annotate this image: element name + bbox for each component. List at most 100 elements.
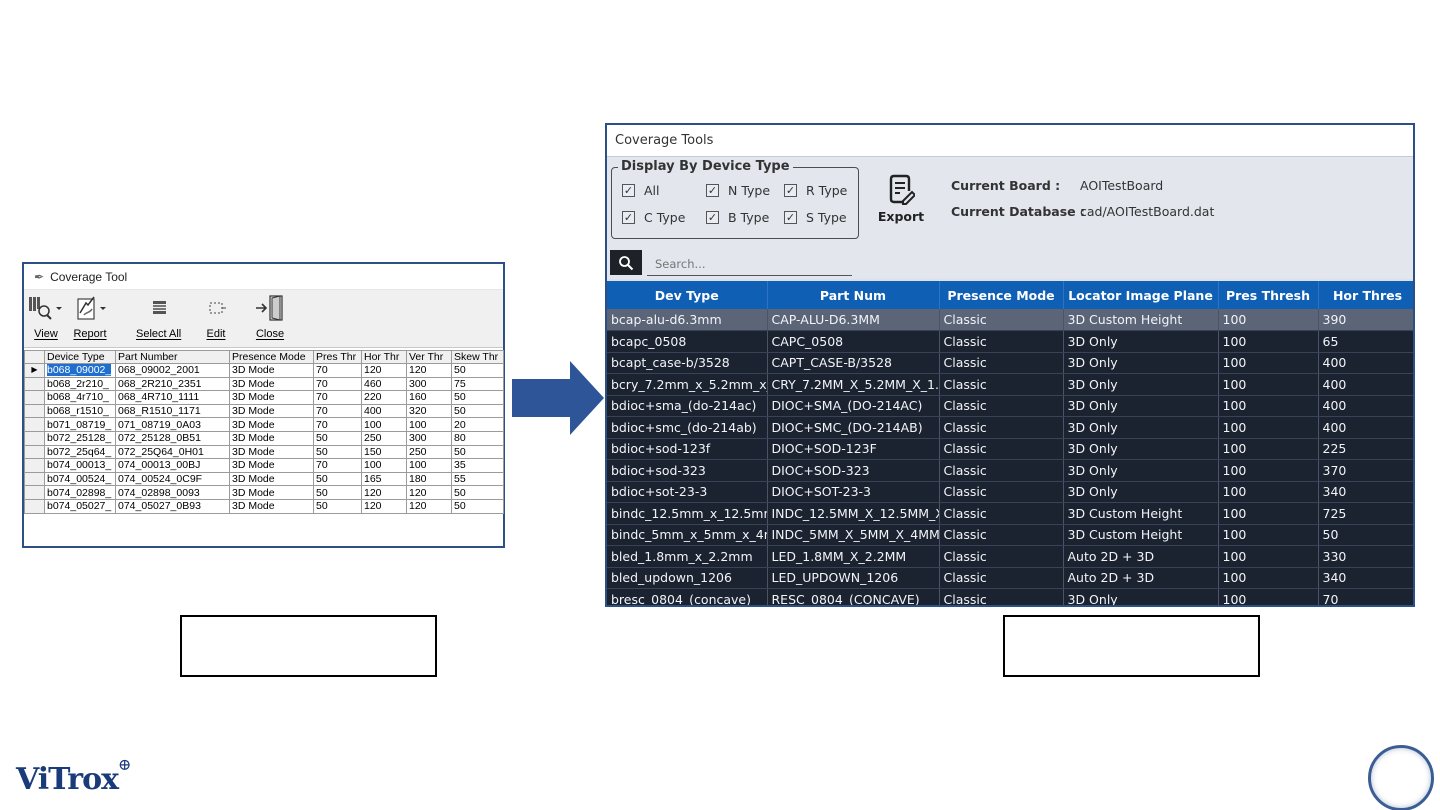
table-cell[interactable]: 3D Custom Height	[1063, 524, 1219, 546]
table-cell[interactable]: bdioc+sod-323	[607, 459, 768, 482]
table-cell[interactable]: 70	[1318, 588, 1413, 605]
table-cell[interactable]: 074_05027_0B93	[115, 498, 230, 514]
table-cell[interactable]: 55	[451, 471, 504, 487]
table-cell[interactable]: 3D Only	[1063, 330, 1219, 353]
table-row[interactable]: bdioc+sma_(do-214ac) DIOC+SMA_(DO-214AC) C…	[607, 395, 1413, 417]
table-row[interactable]: bdioc+sod-123f DIOC+SOD-123F Classic 3D Onl…	[607, 438, 1413, 460]
table-cell[interactable]: 3D Mode	[229, 485, 314, 500]
table-cell[interactable]: 50	[1318, 524, 1413, 546]
table-row[interactable]: bcapt_case-b/3528 CAPT_CASE-B/3528 Classic…	[607, 352, 1413, 374]
table-cell[interactable]: 300	[406, 430, 452, 446]
table-cell[interactable]: 390	[1318, 309, 1413, 331]
table-cell[interactable]: bindc_5mm_x_5mm_x_4m	[607, 524, 768, 546]
table-cell[interactable]: 50	[451, 485, 504, 500]
table-cell[interactable]: 50	[313, 498, 362, 514]
table-cell[interactable]: 074_00524_0C9F	[115, 471, 230, 487]
table-cell[interactable]: Classic	[939, 545, 1064, 568]
column-header[interactable]: Ver Thr	[406, 350, 452, 364]
table-cell[interactable]: 072_25Q64_0H01	[115, 444, 230, 460]
table-row[interactable]: b071_08719_ 071_08719_0A03 3D Mode 70 100 100…	[24, 417, 504, 432]
table-cell[interactable]: b074_05027_	[44, 498, 116, 514]
column-header[interactable]: Presence Mode	[939, 281, 1064, 309]
table-cell[interactable]: 75	[451, 376, 504, 392]
column-header[interactable]: Locator Image Plane	[1063, 281, 1219, 309]
row-selector[interactable]	[24, 471, 45, 487]
table-row[interactable]: bcry_7.2mm_x_5.2mm_x_1 CRY_7.2MM_X_5.2MM_…	[607, 373, 1413, 396]
table-cell[interactable]: 074_02898_0093	[115, 485, 230, 500]
table-cell[interactable]: 70	[313, 403, 362, 419]
table-cell[interactable]: 3D Mode	[229, 498, 314, 514]
close-button[interactable]: Close	[250, 292, 290, 340]
row-selector[interactable]	[24, 485, 45, 500]
table-cell[interactable]: 100	[1218, 309, 1319, 331]
table-cell[interactable]: 400	[1318, 395, 1413, 417]
table-cell[interactable]: 100	[1218, 588, 1319, 605]
search-button[interactable]	[610, 250, 642, 275]
table-cell[interactable]: DIOC+SMA_(DO-214AC)	[767, 395, 940, 417]
table-cell[interactable]: 068_09002_2001	[115, 363, 230, 378]
table-cell[interactable]: bled_1.8mm_x_2.2mm	[607, 545, 768, 568]
table-cell[interactable]: 460	[361, 376, 407, 392]
table-cell[interactable]: bdioc+smc_(do-214ab)	[607, 416, 768, 439]
table-cell[interactable]: b068_r1510_	[44, 403, 116, 419]
table-cell[interactable]: 068_R1510_1171	[115, 403, 230, 419]
table-cell[interactable]: 3D Only	[1063, 588, 1219, 605]
table-row[interactable]: b074_02898_ 074_02898_0093 3D Mode 50 120 120…	[24, 485, 504, 500]
table-cell[interactable]: 50	[451, 363, 504, 378]
table-cell[interactable]: 100	[1218, 330, 1319, 353]
table-cell[interactable]: Classic	[939, 373, 1064, 396]
table-cell[interactable]: 220	[361, 390, 407, 405]
table-cell[interactable]: 120	[361, 485, 407, 500]
table-row[interactable]: bindc_12.5mm_x_12.5mm INDC_12.5MM_X_12.5M…	[607, 502, 1413, 525]
table-cell[interactable]: 068_4R710_1111	[115, 390, 230, 405]
table-cell[interactable]: 70	[313, 390, 362, 405]
table-row[interactable]: b074_00524_ 074_00524_0C9F 3D Mode 50 165 180…	[24, 471, 504, 487]
checkbox-s-type[interactable]: ✓ S Type	[784, 210, 847, 225]
table-cell[interactable]: Auto 2D + 3D	[1063, 567, 1219, 589]
table-cell[interactable]: 3D Custom Height	[1063, 502, 1219, 525]
table-row[interactable]: b072_25128_ 072_25128_0B51 3D Mode 50 250 300…	[24, 430, 504, 446]
table-cell[interactable]: 100	[1218, 502, 1319, 525]
table-cell[interactable]: 80	[451, 430, 504, 446]
table-cell[interactable]: Classic	[939, 502, 1064, 525]
table-cell[interactable]: INDC_12.5MM_X_12.5MM_X	[767, 502, 940, 525]
table-cell[interactable]: 3D Only	[1063, 438, 1219, 460]
table-cell[interactable]: 100	[1218, 373, 1319, 396]
checkbox-r-type[interactable]: ✓ R Type	[784, 183, 847, 198]
table-cell[interactable]: 50	[451, 444, 504, 460]
table-cell[interactable]: CAP-ALU-D6.3MM	[767, 309, 940, 331]
table-cell[interactable]: CRY_7.2MM_X_5.2MM_X_1.4	[767, 373, 940, 396]
table-cell[interactable]: bindc_12.5mm_x_12.5mm	[607, 502, 768, 525]
edit-button[interactable]: Edit	[196, 292, 236, 340]
table-row[interactable]: b072_25q64_ 072_25Q64_0H01 3D Mode 50 150 250…	[24, 444, 504, 460]
table-cell[interactable]: 300	[406, 376, 452, 392]
row-selector[interactable]	[24, 444, 45, 460]
table-cell[interactable]: 3D Only	[1063, 395, 1219, 417]
table-cell[interactable]: bdioc+sot-23-3	[607, 481, 768, 503]
table-cell[interactable]: 50	[451, 390, 504, 405]
search-input[interactable]	[647, 252, 852, 276]
table-cell[interactable]: 165	[361, 471, 407, 487]
table-cell[interactable]: DIOC+SMC_(DO-214AB)	[767, 416, 940, 439]
row-selector[interactable]	[24, 417, 45, 432]
table-cell[interactable]: 70	[313, 363, 362, 378]
report-button[interactable]: Report	[70, 292, 110, 340]
table-cell[interactable]: 120	[406, 485, 452, 500]
table-cell[interactable]: 100	[406, 417, 452, 432]
column-header[interactable]: Skew Thr	[451, 350, 504, 364]
table-cell[interactable]: 072_25128_0B51	[115, 430, 230, 446]
table-cell[interactable]: 250	[406, 444, 452, 460]
table-row[interactable]: bdioc+smc_(do-214ab) DIOC+SMC_(DO-214AB) C…	[607, 416, 1413, 439]
column-header[interactable]: Pres Thresh	[1218, 281, 1319, 309]
table-cell[interactable]: 3D Mode	[229, 471, 314, 487]
table-row[interactable]: bresc_0804_(concave) RESC_0804_(CONCAVE) C…	[607, 588, 1413, 605]
table-cell[interactable]: b074_00013_	[44, 458, 116, 473]
table-cell[interactable]: Classic	[939, 567, 1064, 589]
table-cell[interactable]: DIOC+SOD-323	[767, 459, 940, 482]
table-row[interactable]: bled_1.8mm_x_2.2mm LED_1.8MM_X_2.2MM Class…	[607, 545, 1413, 568]
table-cell[interactable]: 3D Mode	[229, 458, 314, 473]
table-cell[interactable]: 100	[1218, 567, 1319, 589]
column-header[interactable]: Dev Type	[607, 281, 768, 309]
table-cell[interactable]: b068_2r210_	[44, 376, 116, 392]
column-header[interactable]: Device Type	[44, 350, 116, 364]
